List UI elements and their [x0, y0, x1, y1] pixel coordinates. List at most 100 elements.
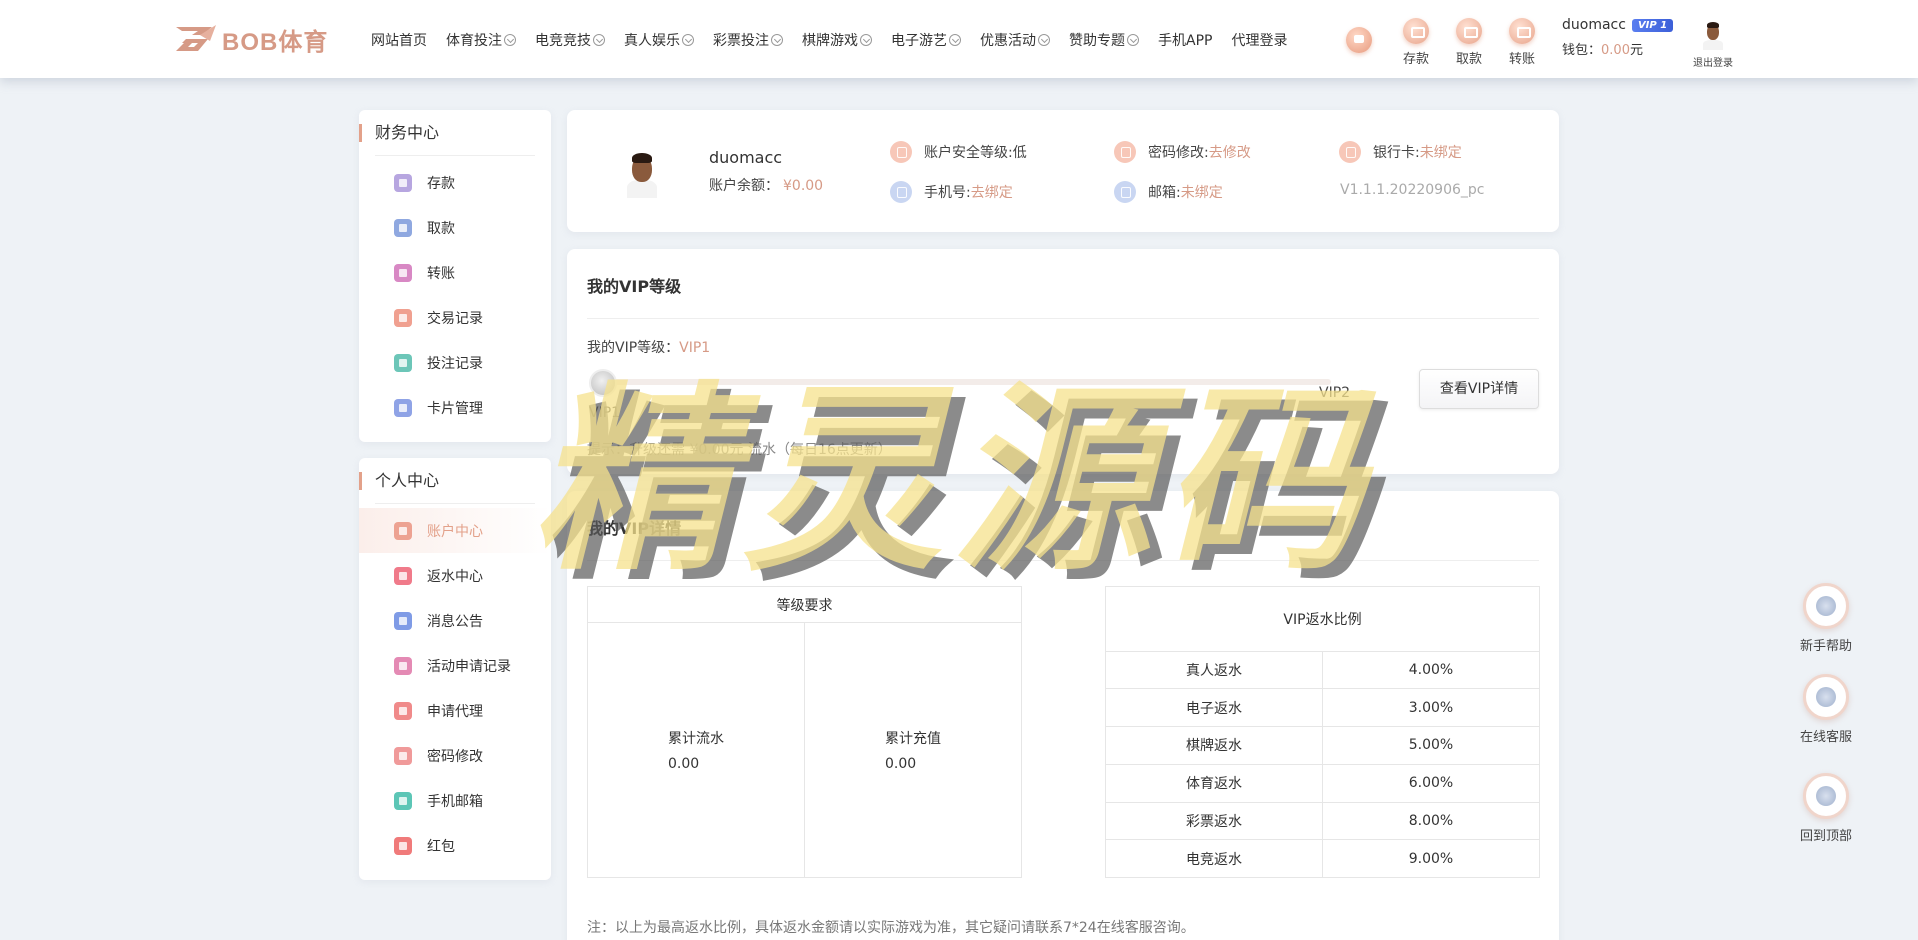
nav-item-7[interactable]: 优惠活动 [980, 30, 1050, 50]
gift-icon [394, 566, 412, 585]
email-icon [1114, 181, 1136, 203]
lock-icon [1114, 141, 1136, 163]
lock-icon [394, 746, 412, 765]
security-value: 低 [1012, 145, 1027, 161]
nav-item-label: 棋牌游戏 [802, 33, 858, 49]
balance-label: 账户余额： [709, 178, 779, 194]
sidebar-item-personal-6[interactable]: 手机邮箱 [359, 778, 551, 823]
red-packet-icon [394, 836, 412, 855]
transfer-icon [1509, 18, 1535, 44]
sidebar-item-finance-4[interactable]: 投注记录 [359, 340, 551, 385]
chevron-down-icon [771, 34, 783, 46]
quick-deposit-button[interactable]: 存款 [1396, 18, 1436, 67]
sidebar-item-label: 存款 [427, 175, 455, 192]
logo-text: BOB体育 [222, 28, 329, 56]
nav-item-2[interactable]: 电竞竞技 [535, 30, 605, 50]
online-service-button[interactable]: 在线客服 [1798, 674, 1854, 745]
turnover-value: 0.00 [668, 756, 700, 772]
nav-item-3[interactable]: 真人娱乐 [624, 30, 694, 50]
mail-icon [394, 791, 412, 810]
nav-item-0[interactable]: 网站首页 [371, 30, 427, 50]
nav-item-8[interactable]: 赞助专题 [1069, 30, 1139, 50]
back-to-top-button[interactable]: 回到顶部 [1798, 773, 1854, 844]
nav-item-label: 体育投注 [446, 33, 502, 49]
rebate-note: 注：以上为最高返水比例，具体返水金额请以实际游戏为准，其它疑问请联系7*24在线… [587, 920, 1195, 936]
bank-card: 银行卡: 未绑定 [1339, 141, 1462, 163]
record-icon [394, 308, 412, 327]
sidebar-item-finance-5[interactable]: 卡片管理 [359, 385, 551, 430]
vip-level-value: VIP1 [679, 340, 711, 356]
profile-balance: 账户余额： ¥0.00 [709, 175, 823, 195]
chevron-down-icon [1038, 34, 1050, 46]
nav-item-9[interactable]: 手机APP [1158, 30, 1212, 50]
nav-item-1[interactable]: 体育投注 [446, 30, 516, 50]
sidebar-item-personal-1[interactable]: 返水中心 [359, 553, 551, 598]
header-username: duomacc [1562, 17, 1626, 33]
level-requirement-table: 等级要求 累计流水 0.00 累计充值 0.00 [587, 586, 1022, 878]
message-icon[interactable] [1346, 27, 1372, 53]
wallet-label: 钱包： [1562, 43, 1602, 58]
logout-button[interactable]: 退出登录 [1690, 20, 1736, 69]
security-label: 账户安全等级: [924, 145, 1013, 161]
chevron-down-icon [860, 34, 872, 46]
password-change-link[interactable]: 去修改 [1209, 142, 1251, 162]
sidebar-item-finance-0[interactable]: 存款 [359, 160, 551, 205]
quick-withdraw-button[interactable]: 取款 [1449, 18, 1489, 67]
chevron-down-icon [504, 34, 516, 46]
sidebar-item-personal-2[interactable]: 消息公告 [359, 598, 551, 643]
rebate-name: 棋牌返水 [1105, 726, 1323, 765]
sidebar-item-label: 活动申请记录 [427, 658, 511, 675]
transfer-icon [394, 263, 412, 282]
sidebar-item-finance-1[interactable]: 取款 [359, 205, 551, 250]
vip-current-level: 我的VIP等级：VIP1 [587, 337, 710, 357]
sidebar-item-label: 红包 [427, 838, 455, 855]
bank-bind-link[interactable]: 未绑定 [1420, 142, 1462, 162]
phone-binding: 手机号: 去绑定 [890, 181, 1013, 203]
nav-item-4[interactable]: 彩票投注 [713, 30, 783, 50]
nav-item-10[interactable]: 代理登录 [1231, 30, 1287, 50]
password-change: 密码修改: 去修改 [1114, 141, 1251, 163]
site-logo[interactable]: BOB体育 [172, 20, 328, 58]
user-card-icon [394, 656, 412, 675]
sidebar-item-personal-5[interactable]: 密码修改 [359, 733, 551, 778]
nav-item-6[interactable]: 电子游艺 [891, 30, 961, 50]
beginner-help-label: 新手帮助 [1799, 639, 1852, 654]
vip-badge: VIP 1 [1631, 18, 1674, 32]
agent-icon [394, 701, 412, 720]
vip-level-label: 我的VIP等级： [587, 340, 680, 356]
quick-deposit-label: 存款 [1402, 52, 1429, 67]
nav-item-label: 优惠活动 [980, 33, 1036, 49]
rebate-rate: 6.00% [1322, 763, 1540, 803]
email-binding: 邮箱: 未绑定 [1114, 181, 1223, 203]
nav-item-5[interactable]: 棋牌游戏 [802, 30, 872, 50]
sidebar-item-personal-0[interactable]: 账户中心 [359, 508, 551, 553]
diamond-icon [394, 521, 412, 540]
vip-details-button[interactable]: 查看VIP详情 [1419, 369, 1539, 409]
chevron-down-icon [1127, 34, 1139, 46]
sidebar-item-finance-3[interactable]: 交易记录 [359, 295, 551, 340]
table-row: 彩票返水 8.00% [1105, 801, 1540, 841]
email-bind-link[interactable]: 未绑定 [1181, 182, 1223, 202]
shield-icon [890, 141, 912, 163]
beginner-help-button[interactable]: 新手帮助 [1798, 583, 1854, 654]
user-avatar [1700, 20, 1726, 50]
sidebar-item-personal-7[interactable]: 红包 [359, 823, 551, 868]
vip-level-title: 我的VIP等级 [587, 277, 682, 296]
phone-bind-link[interactable]: 去绑定 [971, 182, 1013, 202]
help-icon [1803, 583, 1849, 629]
vip-detail-divider [587, 560, 1539, 561]
vip-detail-card: 我的VIP详情 等级要求 累计流水 0.00 累计充值 0.00 VIP返水比例… [567, 491, 1559, 940]
wallet-unit: 元 [1629, 43, 1643, 58]
quick-transfer-button[interactable]: 转账 [1502, 18, 1542, 67]
sidebar-item-personal-4[interactable]: 申请代理 [359, 688, 551, 733]
sidebar-item-finance-2[interactable]: 转账 [359, 250, 551, 295]
wallet-amount: 0.00 [1601, 43, 1630, 58]
sidebar-item-personal-3[interactable]: 活动申请记录 [359, 643, 551, 688]
withdraw-icon [1456, 18, 1482, 44]
arrow-up-icon [1803, 773, 1849, 819]
sidebar-item-label: 消息公告 [427, 613, 483, 630]
version-text: V1.1.1.20220906_pc [1340, 182, 1485, 198]
rebate-rate: 3.00% [1322, 688, 1540, 728]
quick-transfer-label: 转账 [1508, 52, 1535, 67]
rebate-name: 电子返水 [1105, 688, 1323, 728]
